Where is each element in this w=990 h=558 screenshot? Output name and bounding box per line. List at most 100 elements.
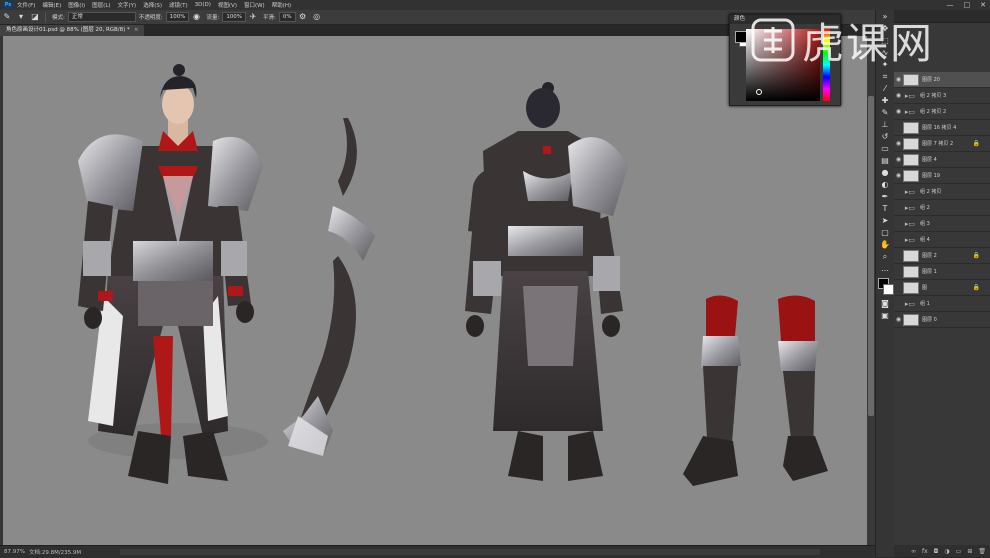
minimize-button[interactable]: — [947,1,954,9]
zoom-tool-icon[interactable]: ⌕ [878,251,892,262]
mode-label: 模式: [52,15,65,21]
canvas-vertical-scrollbar[interactable] [867,36,875,545]
menu-image[interactable]: 图像(I) [68,1,85,9]
layer-name: 组 2 拷贝 2 [920,109,947,115]
mode-select[interactable]: 正常 [67,12,136,22]
layer-row[interactable]: ◉ 图层 4 [894,152,990,168]
scrollbar-thumb[interactable] [868,96,874,416]
photoshop-logo: Ps [3,1,13,9]
menu-view[interactable]: 视图(V) [218,1,237,9]
menu-help[interactable]: 帮助(H) [272,1,291,9]
canvas-horizontal-scrollbar[interactable] [120,549,820,555]
document-tab-title: 角色原画设计01.psd @ 88% (图层 20, RGB/8) * [6,27,130,33]
maximize-button[interactable]: □ [964,1,971,9]
menu-3d[interactable]: 3D(D) [195,2,211,8]
layer-row[interactable]: ▸▭ 组 2 [894,200,990,216]
layer-thumbnail [903,137,919,150]
document-canvas[interactable] [3,36,867,545]
more-tools-icon[interactable]: … [878,263,892,274]
watermark-text: 虎课网 [802,18,935,68]
layer-name: 图层 2 [922,253,937,259]
menu-edit[interactable]: 编辑(E) [42,1,61,9]
screen-mode-icon[interactable]: ▣ [878,310,892,321]
dodge-tool-icon[interactable]: ◐ [878,179,892,190]
eraser-tool-icon[interactable]: ▭ [878,143,892,154]
add-mask-icon[interactable]: ◘ [934,548,939,555]
layer-row[interactable]: ◉ 图层 20 [894,72,990,88]
path-select-tool-icon[interactable]: ➤ [878,215,892,226]
menu-type[interactable]: 文字(Y) [118,1,137,9]
layer-name: 组 4 [920,237,930,243]
flow-input[interactable]: 100% [222,12,247,22]
document-tab[interactable]: 角色原画设计01.psd @ 88% (图层 20, RGB/8) * × [0,25,145,36]
sword [283,118,375,456]
color-swatches[interactable] [878,278,894,295]
brush-tool-icon[interactable]: ✎ [878,107,892,118]
healing-brush-tool-icon[interactable]: ✚ [878,95,892,106]
delete-layer-icon[interactable]: 🗑 [978,548,986,555]
background-color-swatch[interactable] [883,284,894,295]
eyedropper-tool-icon[interactable]: ⁄ [878,83,892,94]
menu-window[interactable]: 窗口(W) [244,1,265,9]
layer-row[interactable]: ◉ 图层 19 [894,168,990,184]
layer-name: 图层 19 [922,173,940,179]
history-brush-tool-icon[interactable]: ↺ [878,131,892,142]
opacity-input[interactable]: 100% [165,12,190,22]
layer-name: 图层 4 [922,157,937,163]
menu-select[interactable]: 选择(S) [143,1,162,9]
zoom-readout[interactable]: 87.97% [4,549,25,555]
airbrush-icon[interactable]: ✈ [248,12,258,22]
crop-tool-icon[interactable]: ⌗ [878,71,892,82]
layer-row[interactable]: ◉ 图层 0 [894,312,990,328]
close-tab-icon[interactable]: × [134,27,139,33]
visibility-eye-icon[interactable]: ◉ [894,316,903,323]
close-window-button[interactable]: ✕ [980,1,986,9]
quick-mask-icon[interactable]: ◙ [878,298,892,309]
adjustment-layer-icon[interactable]: ◑ [944,548,949,555]
layer-row[interactable]: ▸▭ 组 3 [894,216,990,232]
link-layers-icon[interactable]: ∞ [911,548,916,555]
visibility-eye-icon[interactable]: ◉ [894,156,903,163]
rectangle-tool-icon[interactable]: ▢ [878,227,892,238]
layer-row[interactable]: ▸▭ 组 1 [894,296,990,312]
character-back [465,82,628,481]
brush-preset-picker-icon[interactable]: ▾ [16,12,26,22]
layer-row[interactable]: ◉ ▸▭ 组 2 拷贝 2 [894,104,990,120]
layer-row[interactable]: 图层 16 拷贝 4 [894,120,990,136]
fx-icon[interactable]: fx [922,548,928,555]
new-group-icon[interactable]: ▭ [956,548,962,555]
layer-row[interactable]: 图层 2 🔒 [894,248,990,264]
brush-tool-icon[interactable]: ✎ [2,12,12,22]
color-picker-cursor[interactable] [756,89,762,95]
layer-row[interactable]: 图 🔒 [894,280,990,296]
new-layer-icon[interactable]: ⊞ [967,548,972,555]
layer-row[interactable]: ▸▭ 组 2 拷贝 [894,184,990,200]
gradient-tool-icon[interactable]: ▤ [878,155,892,166]
menu-layer[interactable]: 图层(L) [92,1,110,9]
clone-stamp-tool-icon[interactable]: ⊥ [878,119,892,130]
visibility-eye-icon[interactable]: ◉ [894,76,903,83]
menu-file[interactable]: 文件(F) [17,1,35,9]
layer-row[interactable]: 图层 1 [894,264,990,280]
blur-tool-icon[interactable]: ● [878,167,892,178]
type-tool-icon[interactable]: T [878,203,892,214]
opacity-label: 不透明度: [138,15,163,21]
smoothing-input[interactable]: 0% [278,12,296,22]
pen-tool-icon[interactable]: ✒ [878,191,892,202]
folder-icon: ▸▭ [904,299,916,308]
layer-name: 图层 16 拷贝 4 [922,125,957,131]
pressure-size-icon[interactable]: ◎ [312,12,322,22]
layer-name: 组 2 [920,205,930,211]
layer-row[interactable]: ◉ ▸▭ 组 2 拷贝 3 [894,88,990,104]
menu-filter[interactable]: 滤镜(T) [169,1,188,9]
visibility-eye-icon[interactable]: ◉ [894,108,903,115]
pressure-opacity-icon[interactable]: ◉ [191,12,201,22]
layer-row[interactable]: ◉ 图层 7 拷贝 2 🔒 [894,136,990,152]
brush-settings-icon[interactable]: ◪ [30,12,40,22]
hand-tool-icon[interactable]: ✋ [878,239,892,250]
smoothing-settings-gear-icon[interactable]: ⚙ [298,12,308,22]
visibility-eye-icon[interactable]: ◉ [894,172,903,179]
layer-row[interactable]: ▸▭ 组 4 [894,232,990,248]
visibility-eye-icon[interactable]: ◉ [894,92,903,99]
visibility-eye-icon[interactable]: ◉ [894,140,903,147]
